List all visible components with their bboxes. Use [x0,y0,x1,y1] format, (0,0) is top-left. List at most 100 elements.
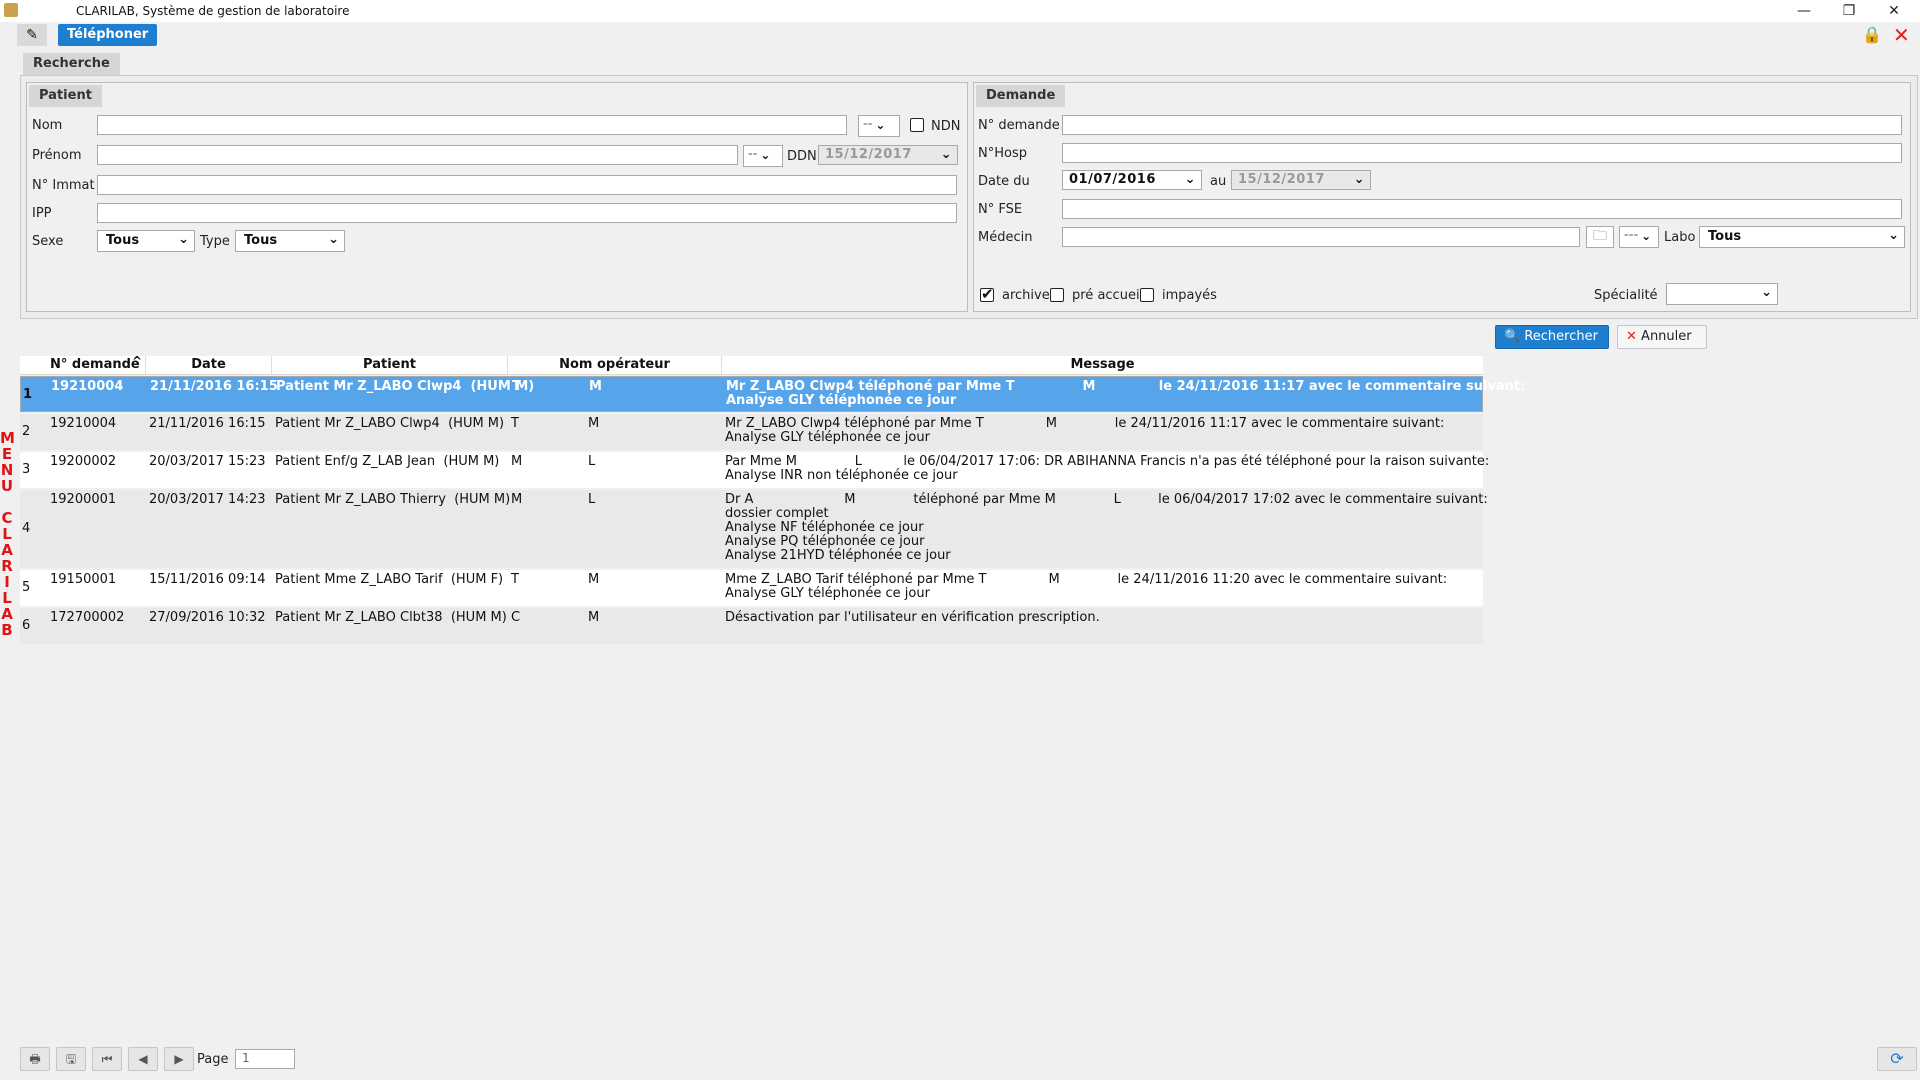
immat-input[interactable] [97,175,957,195]
col-patient[interactable]: Patient [272,356,508,374]
demande-number-input[interactable] [1062,115,1902,135]
nom-input[interactable] [97,115,847,135]
hosp-label: N°Hosp [978,146,1027,161]
side-menu-letter[interactable]: A [0,542,14,558]
tab-telephoner[interactable]: Téléphoner [58,24,158,46]
nom-mode-select[interactable]: ⁼⁼ ⌄ [858,115,900,137]
col-message[interactable]: Message [722,356,1483,374]
side-menu-letter[interactable]: R [0,558,14,574]
side-menu-letter[interactable]: U [0,478,14,494]
ndn-checkbox[interactable] [910,118,924,132]
title-bar: CLARILAB, Système de gestion de laborato… [0,0,1920,22]
prev-page-icon[interactable]: ◀ [128,1047,158,1071]
impayes-checkbox[interactable] [1140,288,1154,302]
table-row[interactable]: 4 19200001 20/03/2017 14:23 Patient Mr Z_LA… [20,490,1488,568]
side-menu-letter[interactable]: C [0,510,14,526]
table-row[interactable]: 6 172700002 27/09/2016 10:32 Patient Mr Z_L… [20,608,1483,644]
side-menu-letter[interactable]: L [0,526,14,542]
open-folder-icon[interactable]: 🗀 [1586,226,1614,248]
annuler-button[interactable]: ✕ Annuler [1617,325,1707,349]
fse-input[interactable] [1062,199,1902,219]
medecin-mode-select[interactable]: ⁼⁼⁼ ⌄ [1619,226,1659,248]
ddn-date-field[interactable]: 15/12/2017 ⌄ [818,145,958,165]
cell-operator-initial: T [512,379,521,394]
ddn-label: DDN [787,149,817,164]
date-au-field[interactable]: 15/12/2017 ⌄ [1231,170,1371,190]
preaccueil-checkbox[interactable] [1050,288,1064,302]
cell-operator-initial: T [511,572,519,587]
medecin-input[interactable] [1062,227,1580,247]
next-page-icon[interactable]: ▶ [164,1047,194,1071]
page-label: Page [197,1052,229,1067]
side-menu-letter[interactable]: N [0,462,14,478]
col-operateur[interactable]: Nom opérateur [508,356,722,374]
cell-operator-name: L [588,454,596,469]
first-page-icon[interactable]: ⏮ [92,1047,122,1071]
side-menu-letter[interactable]: I [0,574,14,590]
cell-message-line: Analyse GLY téléphonée ce jour [726,393,957,408]
sexe-select[interactable]: Tous ⌄ [97,230,195,252]
attachment-icon[interactable]: ✎ [17,24,47,46]
col-date[interactable]: Date [146,356,272,374]
row-number: 2 [22,424,31,439]
prenom-mode-select[interactable]: ⁼⁼ ⌄ [743,145,783,167]
sort-asc-icon[interactable]: ^ [132,354,142,368]
close-window-icon[interactable]: ✕ [1876,1,1912,21]
lock-icon[interactable]: 🔒 [1862,25,1882,44]
close-module-icon[interactable]: ✕ [1893,23,1910,47]
side-menu-letter[interactable]: A [0,606,14,622]
side-menu-letter[interactable]: L [0,590,14,606]
save-icon[interactable]: 🖫 [56,1047,86,1071]
prenom-input[interactable] [97,145,738,165]
cell-message-line: Mr Z_LABO Clwp4 téléphoné par Mme T M le… [726,379,1526,394]
au-label: au [1210,174,1227,189]
rechercher-button[interactable]: 🔍 Rechercher [1495,325,1609,349]
cell-message-line: Mr Z_LABO Clwp4 téléphoné par Mme T M le… [725,416,1445,431]
toolbar: ✎ Téléphoner 🔒 ✕ [0,22,1920,48]
cell-operator-initial: M [511,454,523,469]
app-icon [4,3,18,17]
side-menu-letter[interactable]: E [0,446,14,462]
ddn-value: 15/12/2017 [825,147,912,162]
ipp-label: IPP [32,206,52,221]
labo-value: Tous [1708,229,1742,244]
side-menu-letter[interactable]: B [0,622,14,638]
cell-message-line: Dr A M téléphoné par Mme M L le 06/04/20… [725,492,1488,507]
date-du-field[interactable]: 01/07/2016 ⌄ [1062,170,1202,190]
cell-message-line: Analyse GLY téléphonée ce jour [725,430,930,445]
table-header: N° demande ^ Date Patient Nom opérateur … [20,354,1483,375]
cell-operator-name: M [588,416,600,431]
table-row[interactable]: 1 19210004 21/11/2016 16:15 Patient Mr Z_LA… [20,376,1525,412]
labo-select[interactable]: Tous ⌄ [1699,226,1905,248]
patient-group-label: Patient [29,85,102,107]
refresh-icon[interactable]: ⟳ [1877,1047,1917,1071]
cell-demande: 19150001 [50,572,117,587]
cell-date: 20/03/2017 15:23 [149,454,266,469]
cancel-x-icon: ✕ [1626,329,1637,344]
nom-label: Nom [32,118,63,133]
ipp-input[interactable] [97,203,957,223]
hosp-input[interactable] [1062,143,1902,163]
annuler-label: Annuler [1641,329,1692,344]
side-menu-letter[interactable]: M [0,430,15,446]
table-row[interactable]: 2 19210004 21/11/2016 16:15 Patient Mr Z_LA… [20,414,1483,450]
page-input[interactable]: 1 [235,1049,295,1069]
cell-message-line: Analyse PQ téléphonée ce jour [725,534,925,549]
minimize-icon[interactable]: — [1786,1,1822,21]
print-icon[interactable]: 🖶 [20,1047,50,1071]
cell-date: 21/11/2016 16:15 [150,379,278,394]
table-row[interactable]: 3 19200002 20/03/2017 15:23 Patient Enf/g Z… [20,452,1489,488]
prenom-label: Prénom [32,148,82,163]
specialite-select[interactable]: ⌄ [1666,283,1778,305]
chevron-down-icon: ⌄ [1353,172,1365,187]
cell-patient: Patient Mr Z_LABO Clwp4 (HUM M) [275,416,505,431]
table-row[interactable]: 5 19150001 15/11/2016 09:14 Patient Mme Z_L… [20,570,1483,606]
restore-icon[interactable]: ❐ [1831,1,1867,21]
archive-checkbox[interactable] [980,285,994,303]
cell-demande: 19210004 [51,379,124,394]
cell-operator-name: L [588,492,596,507]
cell-message-line: Analyse NF téléphonée ce jour [725,520,924,535]
type-select[interactable]: Tous ⌄ [235,230,345,252]
cell-message-line: Désactivation par l'utilisateur en vérif… [725,610,1100,625]
recherche-tab: Recherche [23,53,120,75]
